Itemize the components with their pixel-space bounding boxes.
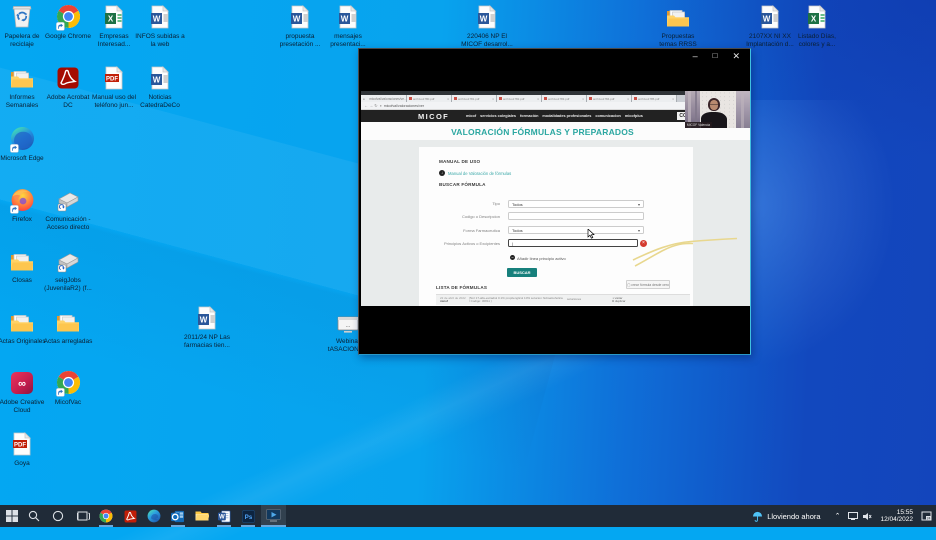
svg-text:PDF: PDF xyxy=(14,442,26,448)
svg-text:W: W xyxy=(293,14,301,23)
svg-text:W: W xyxy=(480,14,488,23)
svg-text:PDF: PDF xyxy=(106,76,118,82)
svg-text:X: X xyxy=(811,14,817,23)
svg-text:W: W xyxy=(153,14,161,23)
svg-text:X: X xyxy=(108,14,114,23)
svg-text:W: W xyxy=(200,315,208,324)
svg-text:W: W xyxy=(763,14,771,23)
svg-text:∞: ∞ xyxy=(18,378,26,390)
svg-text:Ps: Ps xyxy=(244,515,252,521)
svg-text:W: W xyxy=(341,14,349,23)
svg-text:24: 24 xyxy=(927,517,931,521)
svg-text:W: W xyxy=(153,75,161,84)
svg-text:W: W xyxy=(219,514,225,520)
svg-text:...: ... xyxy=(345,323,350,329)
